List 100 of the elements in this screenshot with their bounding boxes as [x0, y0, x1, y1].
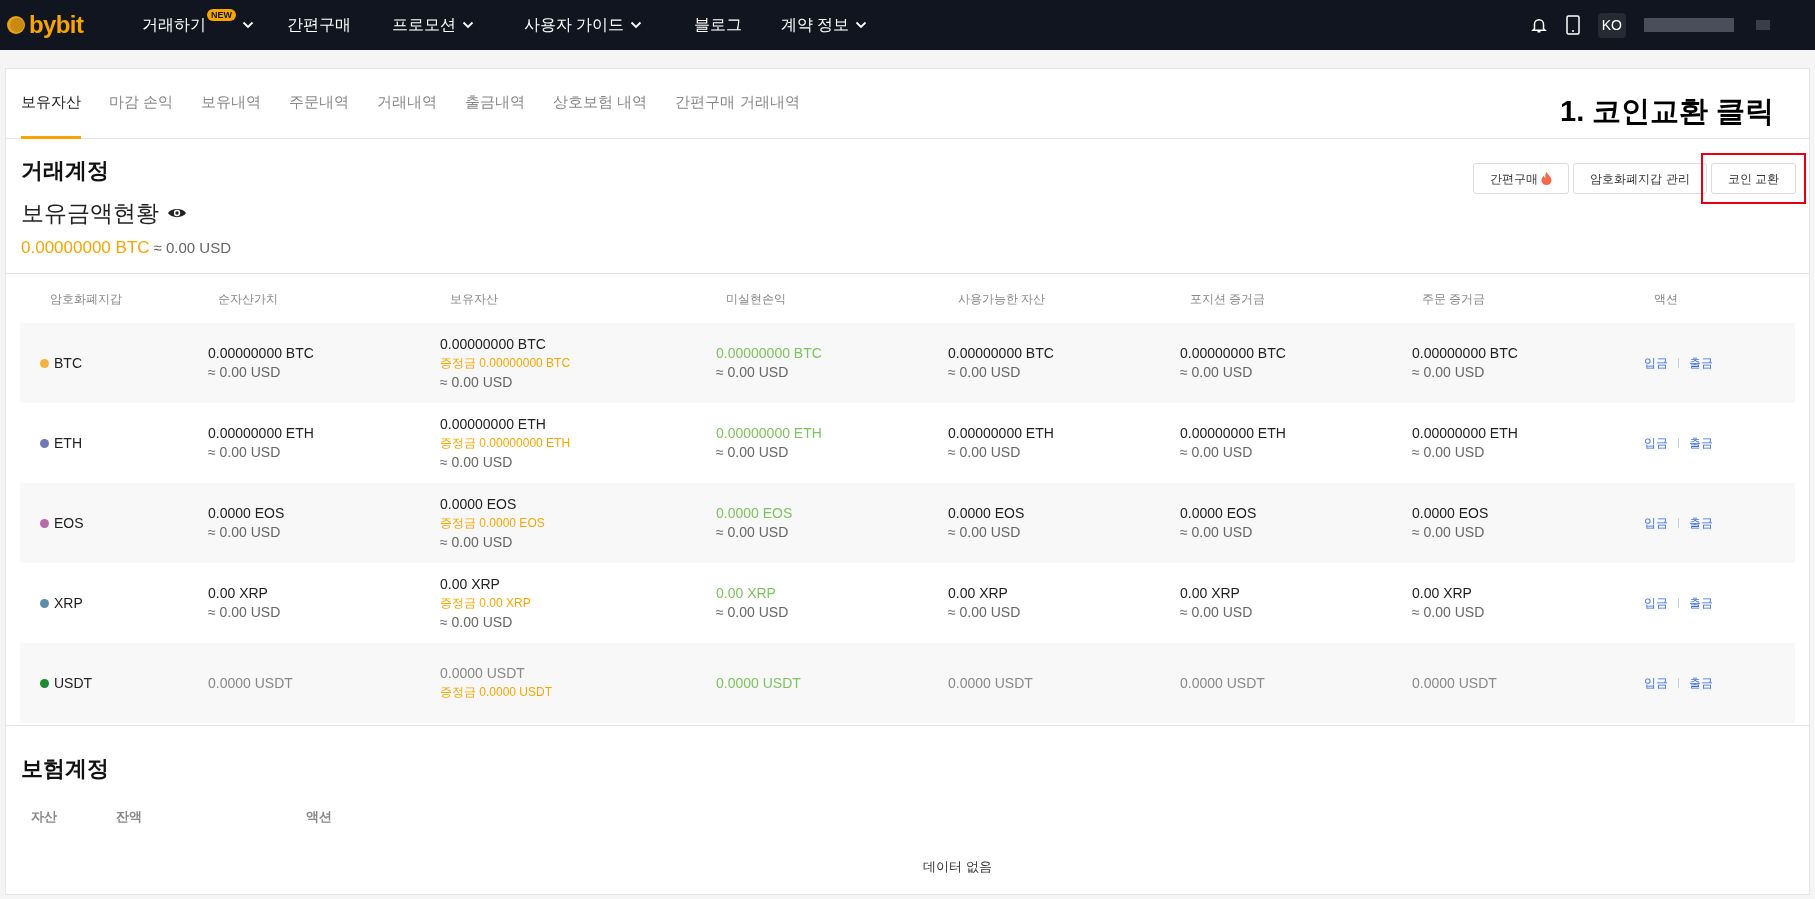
bonus-text: 증정금 0.0000 USDT — [440, 684, 553, 701]
amount-text: 0.0000 USDT — [208, 673, 293, 693]
asset-name: BTC — [54, 353, 82, 373]
amount-text: 0.0000 EOS — [1180, 504, 1257, 523]
amount-text: 0.00000000 BTC — [716, 344, 822, 363]
usd-value: ≈ 0.00 USD — [1412, 523, 1485, 542]
amount-text: 0.00000000 ETH — [1180, 424, 1286, 443]
amount-text: 0.00000000 ETH — [1412, 424, 1518, 443]
amount-text: 0.00000000 ETH — [440, 414, 546, 434]
amount-text: 0.00000000 BTC — [440, 334, 546, 354]
nav-link[interactable]: 계약 정보 — [781, 13, 868, 37]
language-button[interactable]: KO — [1597, 12, 1626, 38]
amount-text: 0.00000000 BTC — [1180, 344, 1286, 363]
amount-text: 0.00000000 ETH — [208, 424, 314, 443]
tab[interactable]: 주문내역 — [289, 69, 350, 139]
tab[interactable]: 출금내역 — [465, 69, 526, 139]
amount-text: 0.00 XRP — [1412, 584, 1472, 603]
usd-value: ≈ 0.00 USD — [208, 523, 281, 542]
column-header: 미실현손익 — [726, 290, 786, 308]
amount-text: 0.00000000 BTC — [948, 344, 1054, 363]
usd-value: ≈ 0.00 USD — [208, 443, 281, 462]
action-link[interactable]: 입금 — [1644, 354, 1668, 372]
usd-value: ≈ 0.00 USD — [1180, 603, 1253, 622]
column-header: 주문 증거금 — [1422, 290, 1486, 308]
action-link[interactable]: 입금 — [1644, 514, 1668, 532]
asset-name: EOS — [54, 513, 84, 533]
amount-text: 0.0000 USDT — [1180, 673, 1265, 693]
column-header: 자산 — [31, 809, 57, 824]
usd-value: ≈ 0.00 USD — [440, 372, 513, 392]
usd-value: ≈ 0.00 USD — [440, 532, 513, 552]
usd-value: ≈ 0.00 USD — [948, 603, 1021, 622]
nav-link[interactable]: 간편구매 — [287, 13, 351, 37]
bonus-text: 증정금 0.00 XRP — [440, 594, 531, 612]
coin-icon — [6, 15, 26, 35]
amount-text: 0.00000000 BTC — [1412, 344, 1518, 363]
usd-value: ≈ 0.00 USD — [716, 523, 789, 542]
usd-value: ≈ 0.00 USD — [208, 603, 281, 622]
tab[interactable]: 거래내역 — [377, 69, 438, 139]
tab[interactable]: 마감 손익 — [109, 69, 174, 139]
balance-usd: ≈ 0.00 USD — [153, 237, 231, 258]
action-link[interactable]: 출금 — [1689, 674, 1713, 692]
usd-value: ≈ 0.00 USD — [948, 443, 1021, 462]
action-button[interactable]: 암호화폐지갑 관리 — [1573, 163, 1707, 194]
amount-text: 0.0000 USDT — [948, 673, 1033, 693]
usd-value: ≈ 0.00 USD — [716, 603, 789, 622]
new-badge: NEW — [207, 9, 236, 21]
amount-text: 0.00000000 BTC — [208, 344, 314, 363]
bonus-text: 증정금 0.00000000 ETH — [440, 434, 571, 452]
amount-text: 0.00 XRP — [948, 584, 1008, 603]
tab[interactable]: 상호보험 내역 — [553, 69, 648, 139]
usd-value: ≈ 0.00 USD — [716, 443, 789, 462]
bonus-text: 증정금 0.0000 EOS — [440, 514, 545, 532]
column-header: 사용가능한 자산 — [958, 290, 1046, 308]
column-header: 액션 — [1654, 290, 1678, 308]
usd-value: ≈ 0.00 USD — [1180, 523, 1253, 542]
amount-text: 0.0000 USDT — [440, 664, 525, 683]
tab[interactable]: 보유내역 — [201, 69, 262, 139]
action-link[interactable]: 출금 — [1689, 514, 1713, 532]
asset-name: USDT — [54, 673, 93, 693]
nav-link[interactable]: 사용자 가이드 — [524, 13, 643, 37]
amount-text: 0.0000 EOS — [440, 494, 517, 514]
nav-link[interactable]: 프로모션 — [392, 13, 474, 37]
bybit-logo[interactable]: bybit — [6, 13, 114, 37]
amount-text: 0.0000 EOS — [948, 504, 1025, 523]
usd-value: ≈ 0.00 USD — [948, 363, 1021, 382]
chevron-down-icon — [462, 21, 474, 29]
usd-value: ≈ 0.00 USD — [716, 363, 789, 382]
usd-value: ≈ 0.00 USD — [1180, 363, 1253, 382]
tab[interactable]: 보유자산 — [21, 69, 81, 139]
action-link[interactable]: 입금 — [1644, 434, 1668, 452]
balance-title: 보유금액현황 — [21, 199, 159, 228]
phone-icon[interactable] — [1565, 15, 1580, 35]
usd-value: ≈ 0.00 USD — [1180, 443, 1253, 462]
amount-text: 0.0000 USDT — [1412, 673, 1497, 693]
nav-link[interactable]: 블로그 — [694, 13, 742, 37]
action-button[interactable]: 코인 교환 — [1710, 163, 1796, 194]
bell-icon[interactable] — [1529, 16, 1548, 34]
action-link[interactable]: 출금 — [1689, 594, 1713, 612]
chevron-down-icon — [242, 21, 254, 29]
amount-text: 0.00000000 ETH — [948, 424, 1054, 443]
asset-name: XRP — [54, 593, 83, 613]
column-header: 순자산가치 — [218, 290, 278, 308]
amount-text: 0.0000 EOS — [716, 504, 793, 523]
asset-name: ETH — [54, 433, 82, 453]
amount-text: 0.0000 EOS — [208, 504, 285, 523]
action-button[interactable]: 간편구매 — [1473, 163, 1570, 194]
usd-value: ≈ 0.00 USD — [1412, 363, 1485, 382]
action-link[interactable]: 입금 — [1644, 594, 1668, 612]
column-header: 포지션 증거금 — [1190, 290, 1266, 308]
logo-text: bybit — [29, 13, 84, 37]
column-header: 잔액 — [116, 809, 142, 824]
action-link[interactable]: 출금 — [1689, 354, 1713, 372]
amount-text: 0.00 XRP — [440, 574, 500, 594]
action-link[interactable]: 입금 — [1644, 674, 1668, 692]
tab[interactable]: 간편구매 거래내역 — [675, 69, 800, 139]
empty-message: 데이터 없음 — [923, 857, 992, 876]
action-link[interactable]: 출금 — [1689, 434, 1713, 452]
amount-text: 0.00 XRP — [716, 584, 776, 603]
column-header: 액션 — [306, 809, 332, 824]
amount-text: 0.00000000 ETH — [716, 424, 822, 443]
